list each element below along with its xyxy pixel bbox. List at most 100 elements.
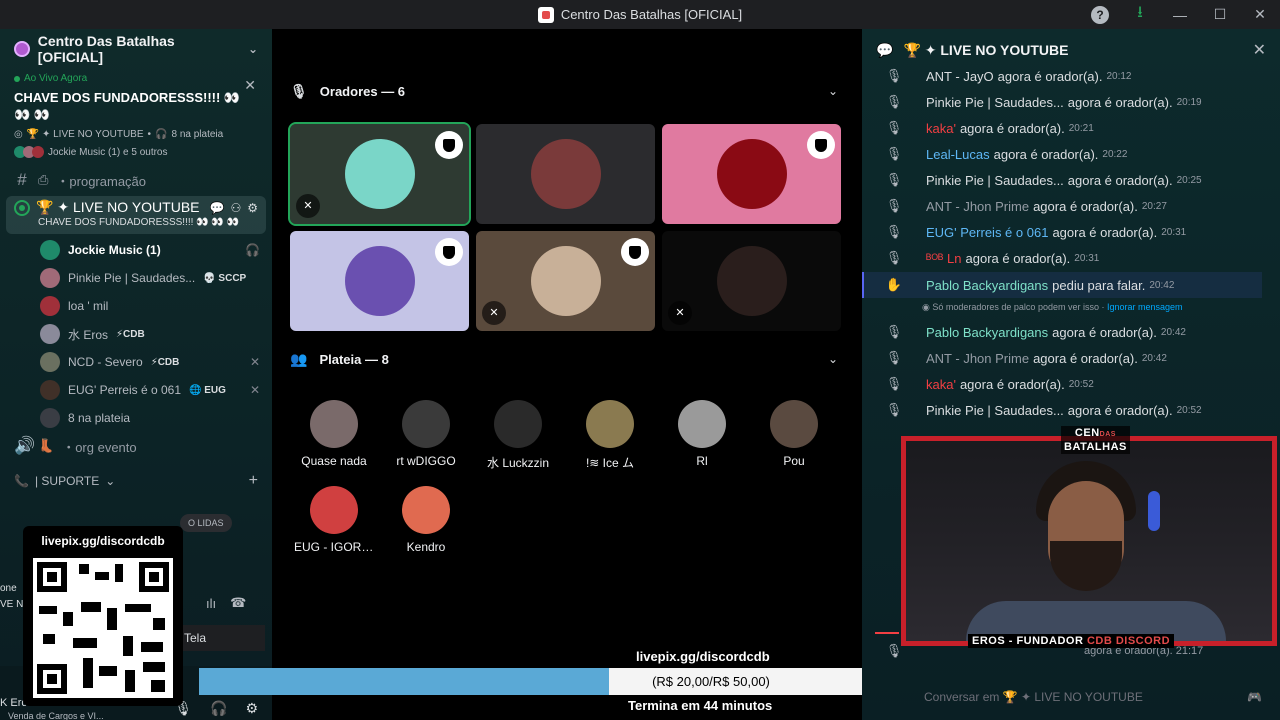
chat-username[interactable]: Pinkie Pie | Saudades...: [926, 403, 1064, 418]
gear-icon[interactable]: ⚙: [245, 700, 258, 717]
invite-icon[interactable]: ⚇: [230, 201, 241, 215]
chevron-down-icon[interactable]: ⌄: [248, 42, 258, 56]
chat-message: 🎙 kaka' agora é orador(a). 20:21: [862, 115, 1262, 141]
voice-member[interactable]: Pinkie Pie | Saudades... 💀 SCCP: [0, 264, 272, 292]
chat-username[interactable]: kaka': [926, 121, 956, 136]
clipped-text: VE N: [0, 599, 24, 610]
mark-read-pill[interactable]: O LIDAS: [180, 514, 232, 532]
voice-member-tag: ⚡CDB: [116, 328, 145, 340]
add-channel-icon[interactable]: +: [249, 472, 258, 490]
qr-overlay: livepix.gg/discordcdb: [23, 526, 183, 706]
channel-org-evento[interactable]: 🔊 👢 ・org evento: [0, 432, 272, 460]
voice-member[interactable]: loa ' mil: [0, 292, 272, 320]
chat-username[interactable]: Pinkie Pie | Saudades...: [926, 173, 1064, 188]
speaker-tile[interactable]: [290, 231, 469, 331]
logo-text-small: DAS: [1099, 431, 1116, 438]
minimize-button[interactable]: —: [1160, 7, 1200, 23]
channel-programacao[interactable]: # ⎙ ・programação: [0, 166, 272, 194]
speakers-header: 🎙 Oradores — 6: [290, 83, 405, 100]
avatar: [530, 246, 601, 316]
chat-username[interactable]: ᴮᴼᴮ Ln: [926, 251, 962, 266]
download-icon[interactable]: ⭳: [1120, 1, 1160, 28]
moderator-badge-icon: [621, 238, 649, 266]
audience-member[interactable]: Kendro: [386, 486, 466, 554]
chat-message: 🎙 ᴮᴼᴮ Ln agora é orador(a). 20:31: [862, 245, 1262, 271]
stage-channel-live[interactable]: 🏆 ✦ LIVE NO YOUTUBE CHAVE DOS FUNDADORES…: [6, 196, 266, 234]
speaker-tile[interactable]: [476, 124, 655, 224]
voice-member[interactable]: 8 na plateia: [0, 404, 272, 432]
audience-member[interactable]: EUG - IGORZ ...: [294, 486, 374, 554]
eye-icon: ◉: [922, 302, 930, 312]
chevron-down-icon[interactable]: ⌄: [828, 352, 838, 366]
screen-share-button[interactable]: Tela: [170, 625, 265, 651]
qr-finder: [37, 664, 67, 694]
audience-member-name: Pou: [783, 454, 805, 468]
gamepad-icon[interactable]: 🎮: [1247, 690, 1262, 704]
disconnect-icon[interactable]: ☎: [230, 595, 246, 611]
chat-username[interactable]: Pablo Backyardigans: [926, 325, 1048, 340]
voice-member[interactable]: EUG' Perreis é o 061 🌐 EUG ✕: [0, 376, 272, 404]
audience-header: 👥 Plateia — 8: [290, 351, 389, 368]
close-window-button[interactable]: ✕: [1240, 6, 1280, 23]
close-icon[interactable]: ✕: [1253, 40, 1266, 60]
audience-member[interactable]: !≋ Ice ム: [570, 400, 650, 471]
chat-icon[interactable]: 💬: [210, 201, 225, 215]
chat-username[interactable]: Pinkie Pie | Saudades...: [926, 95, 1064, 110]
chat-message-text: agora é orador(a).: [1033, 350, 1138, 366]
live-status-text: Ao Vivo Agora: [24, 73, 88, 84]
chat-timestamp: 20:52: [1176, 404, 1202, 416]
avatar: [678, 400, 726, 448]
voice-member[interactable]: Jockie Music (1) 🎧: [0, 236, 272, 264]
chat-message-text: agora é orador(a).: [997, 68, 1103, 84]
chat-message-text: agora é orador(a).: [959, 120, 1065, 136]
chat-timestamp: 20:25: [1176, 174, 1202, 186]
chat-username[interactable]: EUG' Perreis é o 061: [926, 225, 1048, 240]
guild-header[interactable]: Centro Das Batalhas [OFICIAL] ⌄: [0, 29, 272, 69]
chat-username[interactable]: Pablo Backyardigans: [926, 278, 1048, 293]
chat-username[interactable]: kaka': [926, 377, 956, 392]
chevron-down-icon[interactable]: ⌄: [828, 84, 838, 98]
voice-member-name: Pinkie Pie | Saudades...: [68, 271, 196, 285]
chat-username[interactable]: ANT - Jhon Prime: [926, 351, 1029, 366]
boot-icon: 👢: [38, 438, 55, 453]
voice-member[interactable]: NCD - Severo ⚡CDB ✕: [0, 348, 272, 376]
audience-member[interactable]: Rl: [662, 400, 742, 468]
mic-icon: 🎙: [290, 83, 308, 99]
chat-username[interactable]: ANT - Jhon Prime: [926, 199, 1029, 214]
chat-message: 🎙 Pinkie Pie | Saudades... agora é orador(…: [862, 397, 1262, 423]
speaker-tile[interactable]: ✕: [476, 231, 655, 331]
maximize-button[interactable]: ☐: [1200, 6, 1240, 23]
qr-module: [153, 618, 165, 630]
chat-username[interactable]: ANT - JayO: [926, 69, 994, 84]
avatar: [40, 268, 60, 288]
chat-message: 🎙 Pablo Backyardigans agora é orador(a). 20…: [862, 319, 1262, 345]
speaker-invite-icon: 🎙: [885, 94, 903, 109]
live-title: CHAVE DOS FUNDADORESSS!!!! 👀 👀 👀: [14, 90, 241, 122]
qr-finder: [139, 562, 169, 592]
soundboard-icon[interactable]: ılı: [206, 596, 216, 611]
speaker-tile[interactable]: ✕: [288, 122, 471, 226]
close-icon[interactable]: ✕: [244, 77, 256, 94]
chat-username[interactable]: Leal-Lucas: [926, 147, 990, 162]
text-channel-icon: ⎙: [38, 172, 49, 187]
headphones-icon[interactable]: 🎧: [210, 700, 227, 717]
chat-timestamp: 20:19: [1176, 96, 1202, 108]
qr-module: [63, 612, 73, 626]
speaker-invite-icon: 🎙: [885, 324, 903, 339]
live-now-card[interactable]: Ao Vivo Agora ✕ CHAVE DOS FUNDADORESSS!!…: [0, 69, 272, 162]
audience-member-name: 水 Luckzzin: [486, 456, 550, 470]
category-suporte[interactable]: 📞 | SUPORTE ⌄ +: [0, 468, 272, 494]
audience-member[interactable]: rt wDIGGO: [386, 400, 466, 468]
audience-member[interactable]: Pou: [754, 400, 834, 468]
chat-input[interactable]: Conversar em 🏆 ✦ LIVE NO YOUTUBE 🎮: [878, 685, 1264, 711]
audience-member[interactable]: 水 Luckzzin: [478, 400, 558, 471]
audience-member[interactable]: Quase nada: [294, 400, 374, 468]
voice-member[interactable]: 水 Eros ⚡CDB: [0, 320, 272, 348]
speaker-invite-icon: 🎙: [885, 350, 903, 365]
gear-icon[interactable]: ⚙: [247, 201, 258, 215]
speaker-tile[interactable]: [662, 124, 841, 224]
help-icon[interactable]: ?: [1091, 5, 1109, 24]
ignore-message-link[interactable]: Ignorar mensagem: [1107, 302, 1183, 312]
chat-message: 🎙 ANT - Jhon Prime agora é orador(a). 20:42: [862, 345, 1262, 371]
speaker-tile[interactable]: ✕: [662, 231, 841, 331]
